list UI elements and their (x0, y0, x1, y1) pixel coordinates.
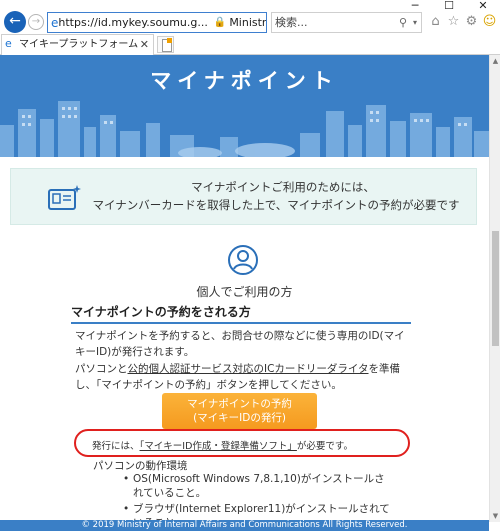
scroll-down-icon[interactable]: ▼ (490, 510, 500, 522)
notice-line-2: マイナンバーカードを取得した上で、マイナポイントの予約が必要です (92, 198, 460, 212)
reserve-button-sublabel: (マイキーIDの発行) (193, 412, 286, 424)
ie-logo-icon: e (51, 15, 59, 30)
forward-arrow-icon[interactable]: → (28, 14, 44, 30)
reservation-instructions: パソコンと公的個人認証サービス対応のICカードリーダライタを準備し、「マイナポイ… (75, 361, 415, 393)
mykey-software-link[interactable]: 「マイキーID作成・登録準備ソフト」 (140, 441, 297, 452)
city-skyline-illustration (0, 101, 489, 157)
issue-note-pre: 発行には、 (92, 441, 140, 452)
address-bar[interactable]: e https://id.mykey.soumu.g... 🔒 Ministry… (47, 12, 267, 33)
page-title: マイナポイント (150, 69, 339, 93)
search-placeholder: 検索... (275, 16, 308, 29)
home-icon[interactable]: ⌂ (428, 13, 443, 30)
person-icon (228, 245, 258, 275)
tab-title: マイキープラットフォーム (19, 39, 139, 50)
header-banner: マイナポイント (0, 55, 489, 157)
url-text: https://id.mykey.soumu.g... (58, 16, 208, 29)
browser-chrome: ─ ☐ ✕ ← → e https://id.mykey.soumu.g... … (0, 0, 500, 55)
reserve-button-label: マイナポイントの予約 (187, 398, 292, 410)
personal-use-label: 個人でご利用の方 (196, 285, 293, 299)
env-item-os: OS(Microsoft Windows 7,8.1,10)がインストールされて… (123, 472, 393, 500)
close-window-button[interactable]: ✕ (466, 0, 500, 12)
window-controls: ─ ☐ ✕ (398, 0, 500, 12)
minimize-button[interactable]: ─ (398, 0, 432, 12)
mynapoint-reserve-button[interactable]: マイナポイントの予約 (マイキーIDの発行) (162, 393, 317, 429)
chevron-down-icon[interactable]: ▾ (413, 13, 417, 32)
card-reader-link[interactable]: 公的個人認証サービス対応のICカードリーダライタ (128, 363, 369, 375)
close-tab-icon[interactable]: ✕ (140, 35, 149, 54)
id-card-icon (48, 185, 81, 210)
maximize-button[interactable]: ☐ (432, 0, 466, 12)
scroll-up-icon[interactable]: ▲ (490, 55, 500, 67)
page-footer: © 2019 Ministry of Internal Affairs and … (0, 520, 489, 531)
site-identity[interactable]: Ministry ... (229, 16, 266, 29)
reservation-description: マイナポイントを予約すると、お問合せの際などに使う専用のID(マイキーID)が発… (75, 330, 405, 358)
gear-icon[interactable]: ⚙ (464, 13, 479, 30)
issue-requirement-note: 発行には、「マイキーID作成・登録準備ソフト」が必要です。 (92, 438, 392, 452)
section-title: マイナポイントの予約をされる方 (71, 304, 411, 324)
tab-mykey-platform[interactable]: e マイキープラットフォーム ✕ (1, 34, 154, 55)
search-input[interactable]: 検索... ⚲ ▾ (271, 12, 422, 33)
lock-icon[interactable]: 🔒 (214, 17, 226, 28)
pc-environment-title: パソコンの動作環境 (93, 460, 188, 472)
vertical-scrollbar[interactable]: ▲ ▼ (489, 55, 500, 522)
back-arrow-icon[interactable]: ← (4, 11, 26, 33)
new-tab-icon[interactable] (157, 36, 174, 53)
notice-box: マイナポイントご利用のためには、 マイナンバーカードを取得した上で、マイナポイン… (10, 168, 477, 225)
instructions-text-pre: パソコンと (75, 363, 128, 375)
feedback-smiley-icon[interactable]: ☺ (482, 13, 497, 30)
toolbar-icons: ⌂ ☆ ⚙ ☺ (428, 13, 497, 30)
notice-line-1: マイナポイントご利用のためには、 (191, 180, 375, 194)
env-item-browser: ブラウザ(Internet Explorer11)がインストールされていること。 (123, 502, 393, 522)
issue-note-post: が必要です。 (296, 441, 353, 452)
tab-bar: e マイキープラットフォーム ✕ (0, 34, 500, 55)
favorites-star-icon[interactable]: ☆ (446, 13, 461, 30)
page-viewport: マイナポイント マイナポイントご利用のためには、 マイナンバーカードを取得した上… (0, 55, 489, 522)
scrollbar-thumb[interactable] (492, 231, 499, 346)
ie-favicon-icon: e (5, 37, 12, 50)
pc-environment-list: OS(Microsoft Windows 7,8.1,10)がインストールされて… (123, 472, 393, 522)
search-icon[interactable]: ⚲ (399, 13, 407, 32)
